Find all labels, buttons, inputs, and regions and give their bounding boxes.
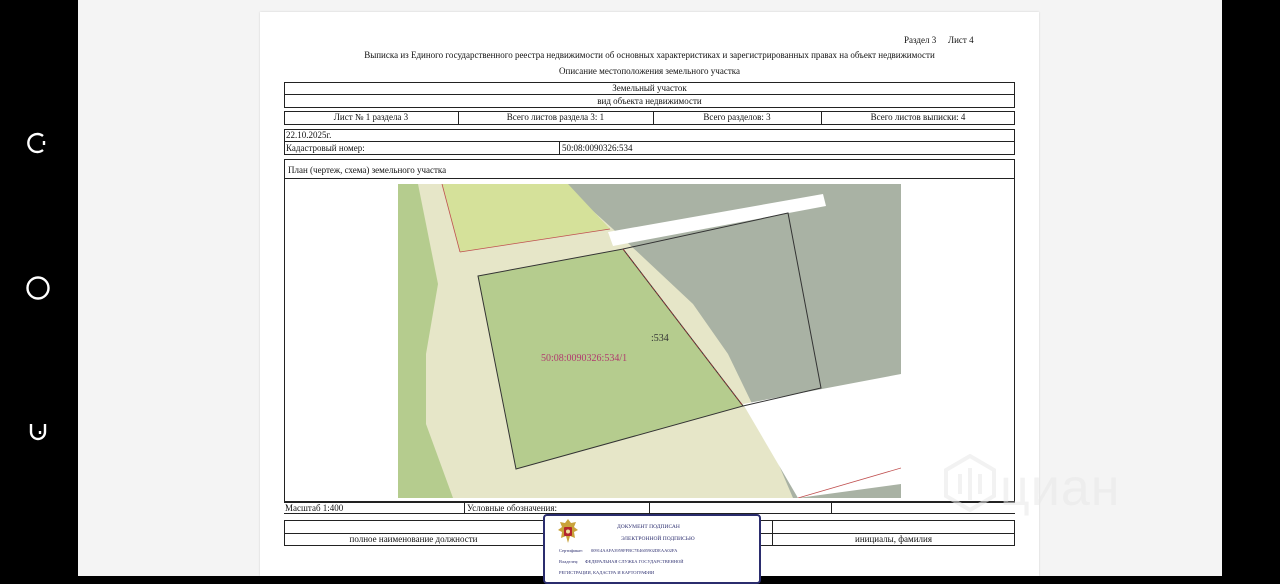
stamp-owner-label: Владелец: — [559, 559, 579, 564]
total-sections: Всего разделов: 3 — [703, 112, 771, 122]
total-extract-sheets: Всего листов выписки: 4 — [870, 112, 966, 122]
position-caption: полное наименование должности — [349, 534, 478, 544]
electronic-signature-stamp: ДОКУМЕНТ ПОДПИСАН ЭЛЕКТРОННОЙ ПОДПИСЬЮ С… — [543, 514, 761, 584]
cadastral-table — [284, 129, 1015, 155]
coat-of-arms-icon — [558, 519, 578, 543]
recent-apps-button[interactable] — [19, 124, 57, 162]
object-type-caption: вид объекта недвижимости — [597, 96, 702, 106]
neighbor-parcel-label: :534 — [651, 333, 669, 344]
right-edge — [1222, 0, 1280, 576]
document-title: Выписка из Единого государственного реес… — [364, 50, 935, 60]
cadastral-number: 50:08:0090326:534 — [562, 143, 633, 153]
navigation-bar — [0, 0, 78, 576]
object-type-value: Земельный участок — [612, 83, 687, 93]
stamp-owner-value-1: ФЕДЕРАЛЬНАЯ СЛУЖБА ГОСУДАРСТВЕННОЙ — [585, 559, 684, 564]
document-subtitle: Описание местоположения земельного участ… — [559, 66, 740, 76]
watermark: циан — [940, 440, 1160, 520]
document-page: Раздел 3 Лист 4 Выписка из Единого госуд… — [260, 12, 1039, 584]
stamp-line-1: ДОКУМЕНТ ПОДПИСАН — [617, 524, 680, 530]
home-icon — [26, 276, 50, 300]
home-button[interactable] — [19, 269, 57, 307]
legend-label: Условные обозначения: — [467, 503, 558, 513]
scale-label: Масштаб 1:400 — [285, 503, 344, 513]
total-section-sheets: Всего листов раздела 3: 1 — [506, 112, 605, 122]
stamp-cert-value: 00914AAFA3959FFBC7E4605902DEAA02FA — [591, 548, 678, 553]
watermark-logo-icon — [944, 454, 996, 512]
sheet-no: Лист № 1 раздела 3 — [333, 112, 409, 122]
initials-caption: инициалы, фамилия — [855, 534, 932, 544]
watermark-text: циан — [1000, 459, 1121, 517]
section-number: Раздел 3 — [904, 35, 937, 45]
sheet-number: Лист 4 — [948, 35, 974, 45]
recent-apps-icon — [27, 132, 46, 154]
parcel-label: 50:08:0090326:534/1 — [541, 353, 627, 364]
stamp-owner-value-2: РЕГИСТРАЦИИ, КАДАСТРА И КАРТОГРАФИИ — [559, 570, 655, 575]
extract-date: 22.10.2025г. — [286, 130, 332, 140]
back-icon — [29, 424, 47, 441]
back-button[interactable] — [19, 413, 57, 451]
stamp-cert-label: Сертификат: — [559, 548, 584, 553]
cadastral-label: Кадастровый номер: — [286, 143, 365, 153]
parcel-map: 50:08:0090326:534/1 :534 — [398, 184, 901, 498]
stamp-line-2: ЭЛЕКТРОННОЙ ПОДПИСЬЮ — [621, 536, 695, 542]
plan-caption: План (чертеж, схема) земельного участка — [288, 165, 447, 175]
